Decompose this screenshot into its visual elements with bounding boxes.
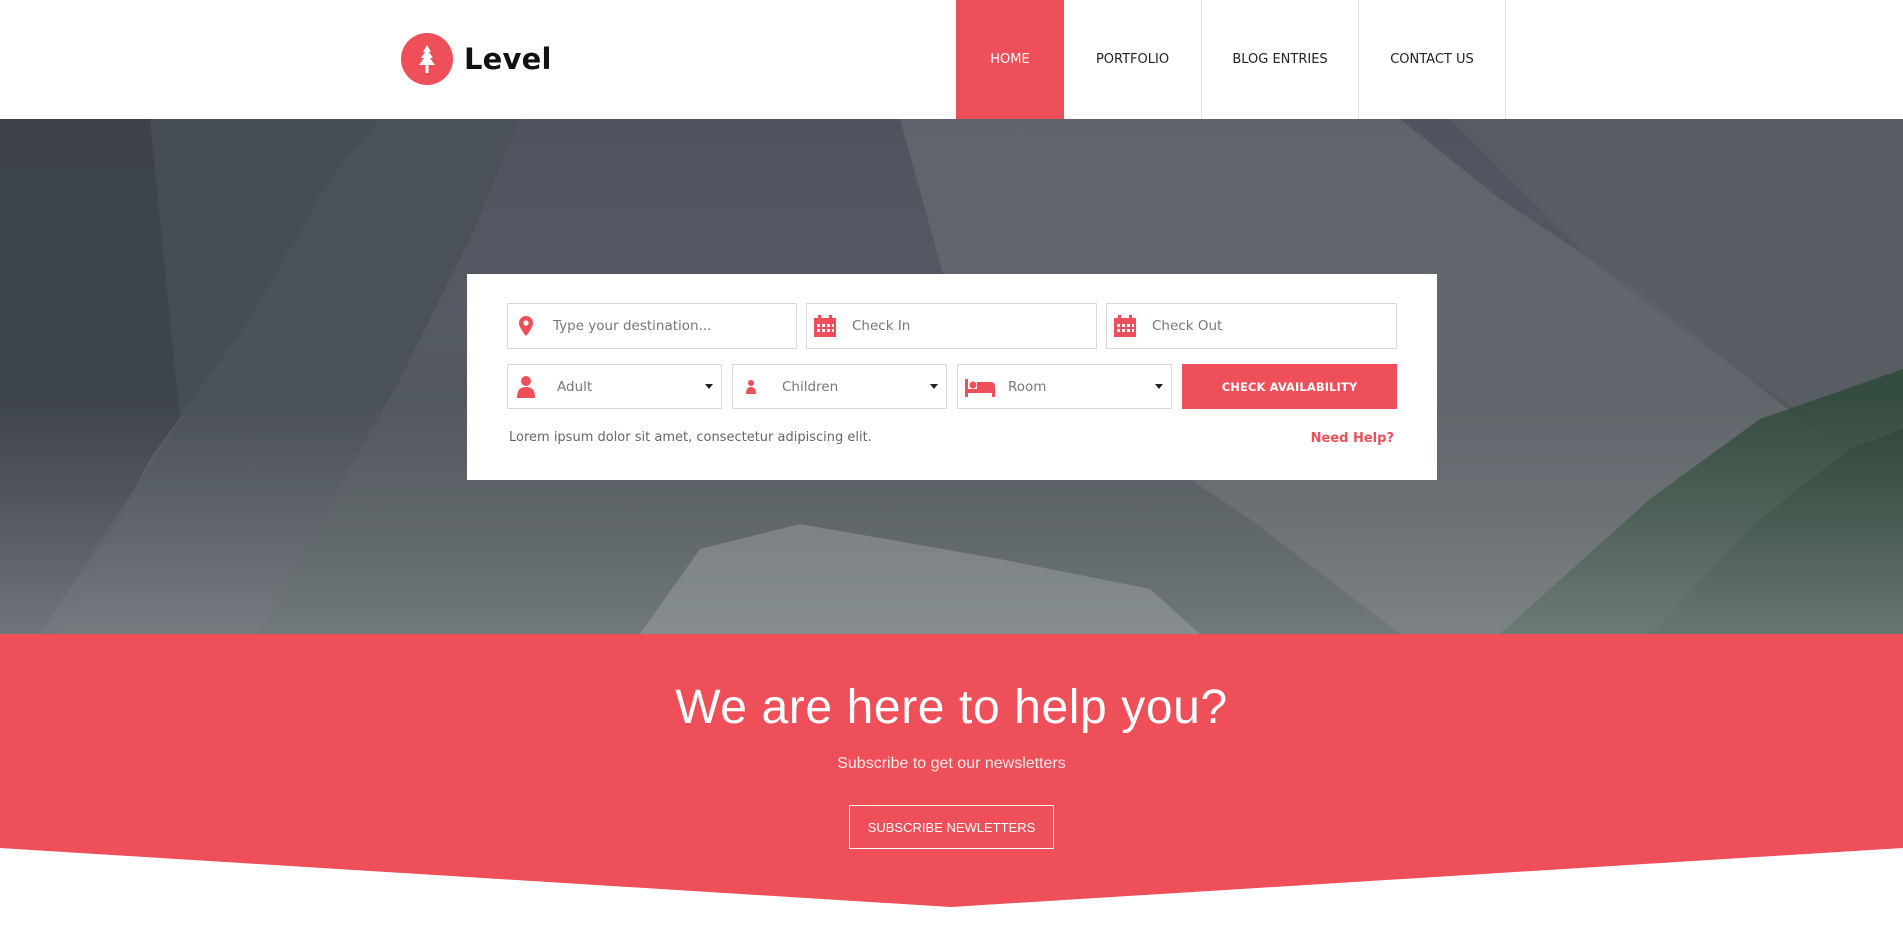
room-selected: Room bbox=[1008, 378, 1047, 395]
calendar-icon bbox=[807, 314, 843, 338]
room-select[interactable]: Room bbox=[957, 364, 1172, 409]
tree-icon bbox=[401, 33, 453, 85]
brand-name: Level bbox=[464, 42, 552, 76]
bed-icon bbox=[958, 377, 1002, 397]
logo[interactable]: Level bbox=[401, 33, 552, 85]
need-help-link[interactable]: Need Help? bbox=[1311, 431, 1394, 446]
check-in-field[interactable]: Check In bbox=[806, 303, 1097, 349]
check-out-field[interactable]: Check Out bbox=[1106, 303, 1397, 349]
map-pin-icon bbox=[508, 315, 544, 337]
child-icon bbox=[733, 379, 769, 395]
check-in-placeholder: Check In bbox=[852, 318, 911, 334]
site-header: Level HOME PORTFOLIO BLOG ENTRIES CONTAC… bbox=[0, 0, 1903, 119]
destination-field[interactable]: Type your destination... bbox=[507, 303, 797, 349]
check-availability-button[interactable]: CHECK AVAILABILITY bbox=[1182, 364, 1397, 409]
calendar-icon bbox=[1107, 314, 1143, 338]
children-selected: Children bbox=[782, 378, 839, 395]
newsletter-section: We are here to help you? Subscribe to ge… bbox=[0, 634, 1903, 927]
check-out-placeholder: Check Out bbox=[1152, 318, 1223, 334]
nav-blog-entries[interactable]: BLOG ENTRIES bbox=[1202, 0, 1359, 119]
main-nav: HOME PORTFOLIO BLOG ENTRIES CONTACT US bbox=[956, 0, 1506, 119]
children-select[interactable]: Children bbox=[732, 364, 947, 409]
cta-title: We are here to help you? bbox=[675, 681, 1228, 734]
destination-placeholder: Type your destination... bbox=[553, 318, 712, 334]
nav-portfolio[interactable]: PORTFOLIO bbox=[1064, 0, 1202, 119]
booking-panel: Type your destination... Check In Check … bbox=[467, 274, 1437, 480]
panel-note: Lorem ipsum dolor sit amet, consectetur … bbox=[509, 430, 872, 445]
adult-selected: Adult bbox=[557, 378, 593, 395]
chevron-down-icon bbox=[705, 384, 713, 389]
adult-select[interactable]: Adult bbox=[507, 364, 722, 409]
subscribe-newsletters-button[interactable]: SUBSCRIBE NEWLETTERS bbox=[849, 805, 1054, 849]
cta-subtitle: Subscribe to get our newsletters bbox=[837, 755, 1066, 772]
chevron-down-icon bbox=[930, 384, 938, 389]
nav-home[interactable]: HOME bbox=[956, 0, 1064, 119]
nav-contact-us[interactable]: CONTACT US bbox=[1359, 0, 1506, 119]
chevron-down-icon bbox=[1155, 384, 1163, 389]
user-icon bbox=[508, 375, 544, 399]
